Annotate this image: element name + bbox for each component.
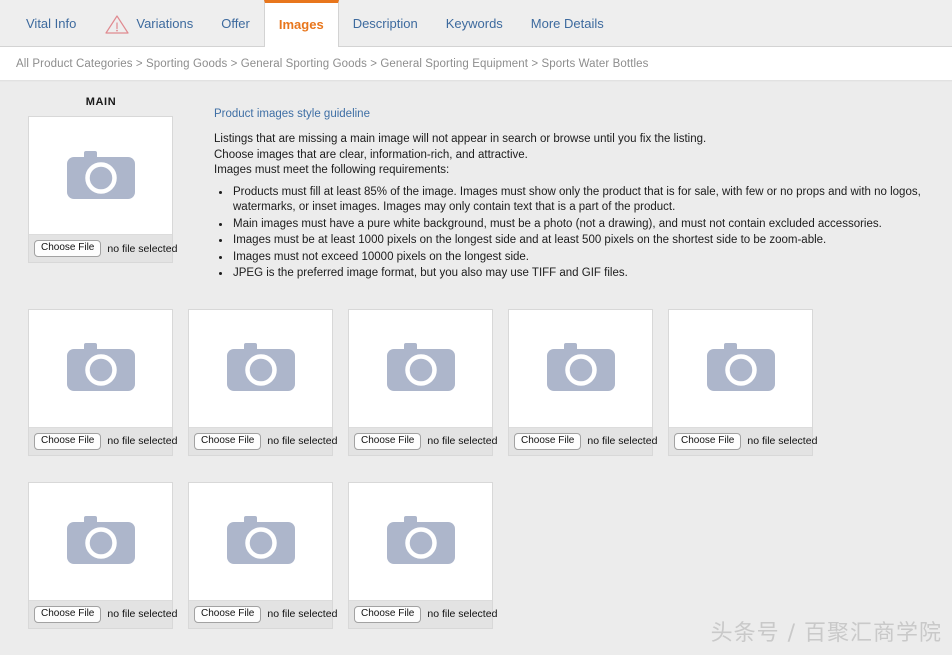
image-file-row: Choose File no file selected: [29, 426, 177, 455]
image-tile[interactable]: Choose File no file selected: [668, 308, 817, 456]
file-status-label: no file selected: [587, 435, 658, 447]
tab-vital-info[interactable]: Vital Info: [12, 0, 90, 46]
camera-icon: [66, 150, 135, 199]
requirement-item: Products must fill at least 85% of the i…: [231, 185, 952, 216]
camera-icon: [706, 343, 775, 391]
choose-file-button[interactable]: Choose File: [34, 432, 102, 450]
choose-file-button[interactable]: Choose File: [514, 432, 582, 450]
image-preview: [29, 482, 172, 600]
image-preview: [29, 309, 172, 427]
choose-file-button[interactable]: Choose File: [194, 605, 262, 623]
breadcrumb-bar: All Product Categories > Sporting Goods …: [0, 47, 952, 81]
image-preview: [669, 309, 812, 427]
image-tile[interactable]: Choose File no file selected: [28, 308, 177, 456]
guideline-intro-line: Choose images that are clear, informatio…: [214, 148, 528, 161]
tab-keywords[interactable]: Keywords: [432, 0, 517, 46]
tab-bar: Vital Info Variations Offer Images Descr…: [0, 0, 952, 47]
camera-icon: [226, 343, 295, 391]
main-image-column: MAIN Choose File no file selected: [28, 96, 177, 283]
main-image-and-guidelines: MAIN Choose File no file selected Produc…: [0, 82, 952, 283]
main-image-file-row: Choose File no file selected: [29, 234, 177, 262]
tab-label: Description: [352, 15, 418, 31]
image-file-row: Choose File no file selected: [189, 599, 337, 628]
tab-label: Variations: [136, 15, 194, 31]
tab-offer[interactable]: Offer: [207, 0, 264, 46]
watermark: 头条号 / 百聚汇商学院: [710, 621, 942, 646]
breadcrumb[interactable]: All Product Categories > Sporting Goods …: [16, 58, 649, 70]
choose-file-button[interactable]: Choose File: [194, 432, 262, 450]
image-preview: [349, 482, 492, 600]
guidelines-panel: Product images style guideline Listings …: [174, 96, 952, 283]
choose-file-button[interactable]: Choose File: [354, 432, 422, 450]
image-preview: [189, 482, 332, 600]
thumbnail-row: Choose File no file selected Choose File…: [28, 308, 952, 456]
file-status-label: no file selected: [107, 242, 178, 255]
camera-icon: [386, 343, 455, 391]
image-file-row: Choose File no file selected: [29, 599, 177, 628]
tab-label: More Details: [530, 15, 604, 31]
file-status-label: no file selected: [267, 608, 338, 620]
tab-label: Images: [278, 17, 324, 32]
camera-icon: [66, 343, 135, 391]
images-content-area: MAIN Choose File no file selected Produc…: [0, 81, 952, 655]
tab-variations[interactable]: Variations: [90, 0, 207, 46]
image-file-row: Choose File no file selected: [189, 426, 337, 455]
requirements-list: Products must fill at least 85% of the i…: [214, 185, 952, 282]
image-preview: [349, 309, 492, 427]
image-tile[interactable]: Choose File no file selected: [188, 308, 337, 456]
file-status-label: no file selected: [427, 435, 498, 447]
guideline-intro-line: Images must meet the following requireme…: [214, 164, 450, 176]
image-preview: [189, 309, 332, 427]
choose-file-button[interactable]: Choose File: [354, 605, 422, 623]
choose-file-button[interactable]: Choose File: [674, 432, 742, 450]
main-image-tile[interactable]: Choose File no file selected: [28, 116, 177, 263]
image-preview: [509, 309, 652, 427]
warning-triangle-icon: [104, 13, 130, 35]
image-file-row: Choose File no file selected: [669, 426, 817, 455]
main-image-label: MAIN: [85, 96, 117, 108]
guideline-intro-line: Listings that are missing a main image w…: [214, 133, 707, 145]
camera-icon: [546, 343, 615, 391]
file-status-label: no file selected: [107, 435, 178, 447]
tab-label: Keywords: [445, 15, 503, 31]
thumbnail-row: Choose File no file selected Choose File…: [28, 481, 952, 629]
camera-icon: [226, 516, 295, 564]
file-status-label: no file selected: [747, 435, 818, 447]
image-tile[interactable]: Choose File no file selected: [348, 481, 497, 629]
main-image-preview: [29, 117, 172, 234]
tab-more-details[interactable]: More Details: [517, 0, 618, 46]
choose-file-button[interactable]: Choose File: [34, 240, 102, 257]
tab-images[interactable]: Images: [263, 0, 339, 47]
camera-icon: [66, 516, 135, 564]
image-file-row: Choose File no file selected: [349, 426, 497, 455]
thumbnail-grid: Choose File no file selected Choose File…: [0, 308, 952, 629]
tab-label: Offer: [221, 15, 250, 31]
image-file-row: Choose File no file selected: [509, 426, 657, 455]
image-tile[interactable]: Choose File no file selected: [188, 481, 337, 629]
requirement-item: Main images must have a pure white backg…: [231, 217, 952, 233]
image-tile[interactable]: Choose File no file selected: [348, 308, 497, 456]
image-tile[interactable]: Choose File no file selected: [508, 308, 657, 456]
image-tile[interactable]: Choose File no file selected: [28, 481, 177, 629]
choose-file-button[interactable]: Choose File: [34, 605, 102, 623]
file-status-label: no file selected: [107, 608, 178, 620]
tab-label: Vital Info: [26, 15, 77, 31]
camera-icon: [386, 516, 455, 564]
requirement-item: JPEG is the preferred image format, but …: [231, 266, 952, 282]
tab-description[interactable]: Description: [339, 0, 432, 46]
file-status-label: no file selected: [267, 435, 338, 447]
file-status-label: no file selected: [427, 608, 498, 620]
product-images-style-guideline-link[interactable]: Product images style guideline: [214, 108, 370, 120]
image-file-row: Choose File no file selected: [349, 599, 497, 628]
requirement-item: Images must be at least 1000 pixels on t…: [231, 233, 952, 249]
requirement-item: Images must not exceed 10000 pixels on t…: [231, 250, 952, 266]
